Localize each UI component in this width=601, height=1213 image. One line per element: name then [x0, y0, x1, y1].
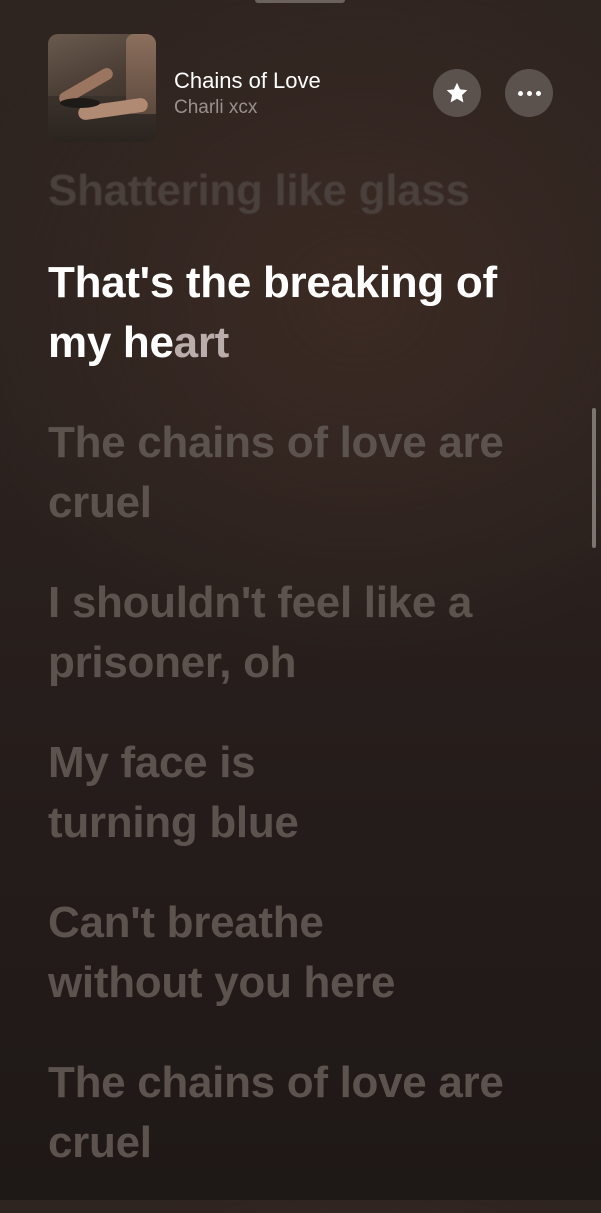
lyrics-list[interactable]: Shattering like glass That's the breakin…: [48, 165, 541, 1213]
lyric-line-previous[interactable]: Shattering like glass: [48, 165, 523, 217]
lyric-line-current[interactable]: That's the breaking of my heart: [48, 253, 523, 373]
lyric-sung-part: That's the breaking of my he: [48, 258, 497, 367]
artist-name[interactable]: Charli xcx: [174, 97, 257, 119]
lyric-line[interactable]: Can't breathe without you here: [48, 893, 448, 1013]
more-button[interactable]: [505, 69, 553, 117]
now-playing-header: Chains of Love Charli xcx: [48, 34, 553, 142]
lyric-line[interactable]: The chains of love are cruel: [48, 413, 523, 533]
scrollbar[interactable]: [592, 408, 596, 548]
lyric-line[interactable]: My face is turning blue: [48, 733, 348, 853]
lyric-line[interactable]: I shouldn't feel like a prisoner, oh: [48, 573, 523, 693]
artwork-plate: [60, 98, 100, 108]
sheet-grabber[interactable]: [255, 0, 345, 3]
favorite-button[interactable]: [433, 69, 481, 117]
song-title[interactable]: Chains of Love: [174, 68, 321, 94]
album-artwork[interactable]: [48, 34, 156, 142]
lyric-line[interactable]: The chains of love are cruel: [48, 1053, 523, 1173]
more-horizontal-icon: [517, 90, 541, 96]
lyric-unsung-part: art: [173, 318, 230, 367]
star-icon: [446, 82, 468, 103]
